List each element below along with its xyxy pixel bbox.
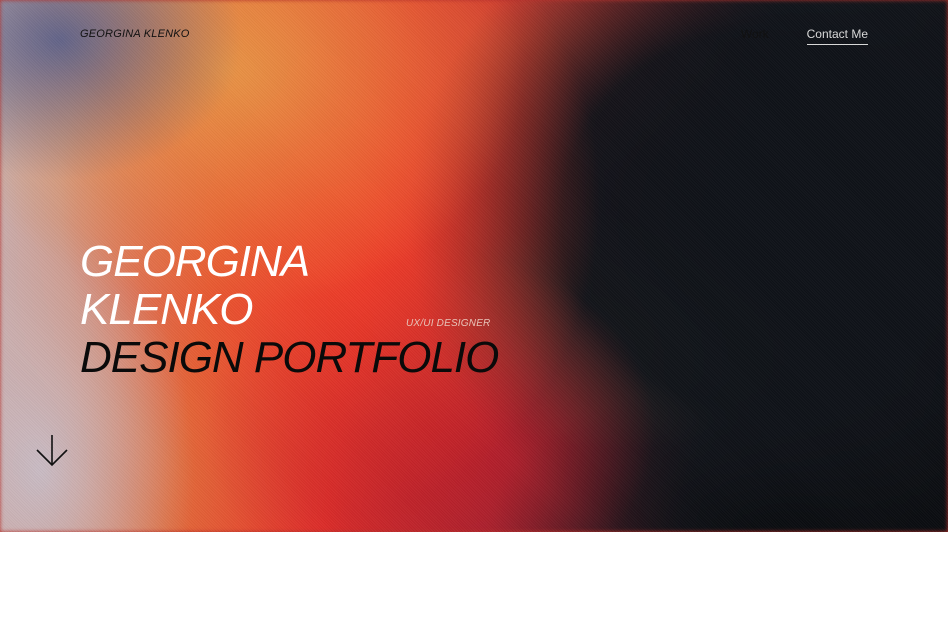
headline-portfolio: DESIGN PORTFOLIO [80, 333, 499, 382]
arrow-down-icon[interactable] [34, 433, 70, 469]
role-label: UX/UI DESIGNER [406, 318, 491, 329]
content-section [0, 532, 948, 633]
hero-section: GEORGINA KLENKO Work Contact Me GEORGINA… [0, 0, 948, 532]
hero-headline: GEORGINA KLENKO DESIGN PORTFOLIO [80, 237, 499, 382]
nav-link-contact[interactable]: Contact Me [806, 27, 868, 45]
brand-logo-text[interactable]: GEORGINA KLENKO [80, 28, 190, 40]
nav-link-work[interactable]: Work [741, 27, 769, 45]
top-nav: Work Contact Me [741, 27, 868, 45]
headline-first-name: GEORGINA [80, 237, 310, 286]
page: GEORGINA KLENKO Work Contact Me GEORGINA… [0, 0, 948, 633]
